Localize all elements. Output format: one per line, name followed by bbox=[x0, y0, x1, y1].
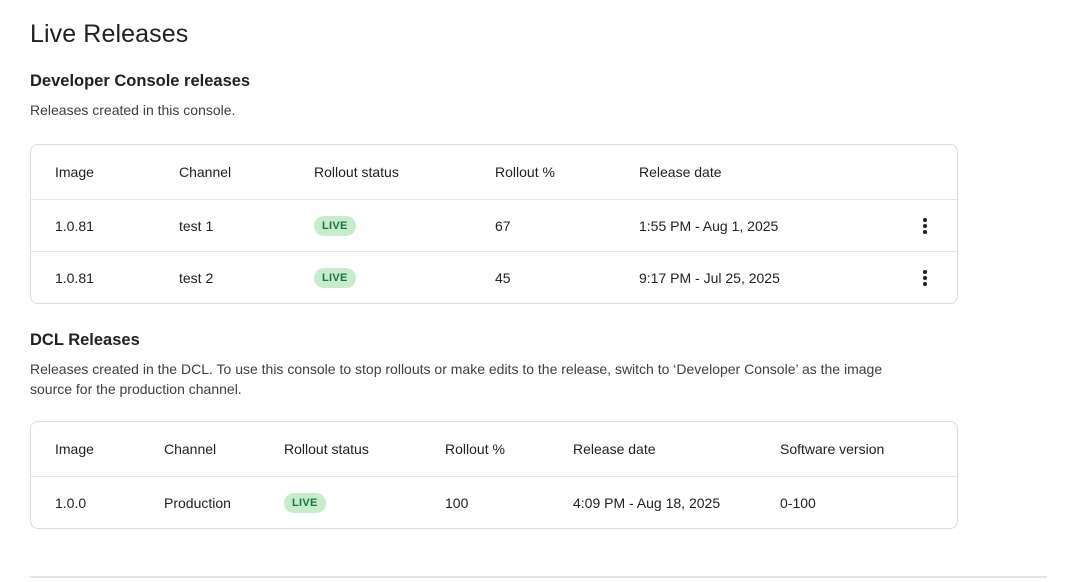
table-row: 1.0.0 Production LIVE 100 4:09 PM - Aug … bbox=[31, 476, 957, 528]
developer-console-releases-description: Releases created in this console. bbox=[30, 100, 1046, 120]
column-header-release-date: Release date bbox=[639, 164, 895, 180]
rollout-status-cell: LIVE bbox=[314, 216, 495, 236]
dcl-releases-table: Image Channel Rollout status Rollout % R… bbox=[30, 421, 958, 529]
rollout-status-cell: LIVE bbox=[314, 268, 495, 288]
column-header-channel: Channel bbox=[164, 441, 284, 457]
bottom-divider bbox=[30, 576, 1047, 578]
column-header-image: Image bbox=[55, 164, 179, 180]
channel-cell: Production bbox=[164, 495, 284, 511]
dcl-releases-description: Releases created in the DCL. To use this… bbox=[30, 359, 920, 399]
column-header-rollout-status: Rollout status bbox=[314, 164, 495, 180]
column-header-rollout-status: Rollout status bbox=[284, 441, 445, 457]
image-cell: 1.0.81 bbox=[55, 218, 179, 234]
column-header-image: Image bbox=[55, 441, 164, 457]
software-version-cell: 0-100 bbox=[780, 495, 943, 511]
live-status-badge: LIVE bbox=[314, 268, 356, 288]
column-header-software-version: Software version bbox=[780, 441, 943, 457]
developer-console-releases-heading: Developer Console releases bbox=[30, 70, 1046, 92]
release-date-cell: 1:55 PM - Aug 1, 2025 bbox=[639, 218, 895, 234]
dcl-releases-heading: DCL Releases bbox=[30, 329, 1046, 351]
image-cell: 1.0.0 bbox=[55, 495, 164, 511]
kebab-menu-icon bbox=[923, 224, 927, 228]
channel-cell: test 1 bbox=[179, 218, 314, 234]
channel-cell: test 2 bbox=[179, 270, 314, 286]
live-status-badge: LIVE bbox=[314, 216, 356, 236]
column-header-rollout-pct: Rollout % bbox=[495, 164, 639, 180]
rollout-pct-cell: 67 bbox=[495, 218, 639, 234]
release-date-cell: 4:09 PM - Aug 18, 2025 bbox=[573, 495, 780, 511]
row-actions-menu-button[interactable] bbox=[907, 260, 943, 296]
table-row: 1.0.81 test 1 LIVE 67 1:55 PM - Aug 1, 2… bbox=[31, 199, 957, 251]
rollout-pct-cell: 45 bbox=[495, 270, 639, 286]
column-header-release-date: Release date bbox=[573, 441, 780, 457]
rollout-status-cell: LIVE bbox=[284, 493, 445, 513]
table-row: 1.0.81 test 2 LIVE 45 9:17 PM - Jul 25, … bbox=[31, 251, 957, 303]
page-title: Live Releases bbox=[30, 20, 1046, 48]
release-date-cell: 9:17 PM - Jul 25, 2025 bbox=[639, 270, 895, 286]
row-actions-menu-button[interactable] bbox=[907, 208, 943, 244]
column-header-rollout-pct: Rollout % bbox=[445, 441, 573, 457]
developer-console-releases-section: Developer Console releases Releases crea… bbox=[30, 70, 1046, 304]
live-status-badge: LIVE bbox=[284, 493, 326, 513]
column-header-channel: Channel bbox=[179, 164, 314, 180]
image-cell: 1.0.81 bbox=[55, 270, 179, 286]
kebab-menu-icon bbox=[923, 276, 927, 280]
table-header-row: Image Channel Rollout status Rollout % R… bbox=[31, 145, 957, 199]
live-releases-page: Live Releases Developer Console releases… bbox=[0, 0, 1076, 529]
dcl-releases-section: DCL Releases Releases created in the DCL… bbox=[30, 329, 1046, 529]
table-header-row: Image Channel Rollout status Rollout % R… bbox=[31, 422, 957, 476]
rollout-pct-cell: 100 bbox=[445, 495, 573, 511]
developer-console-releases-table: Image Channel Rollout status Rollout % R… bbox=[30, 144, 958, 304]
